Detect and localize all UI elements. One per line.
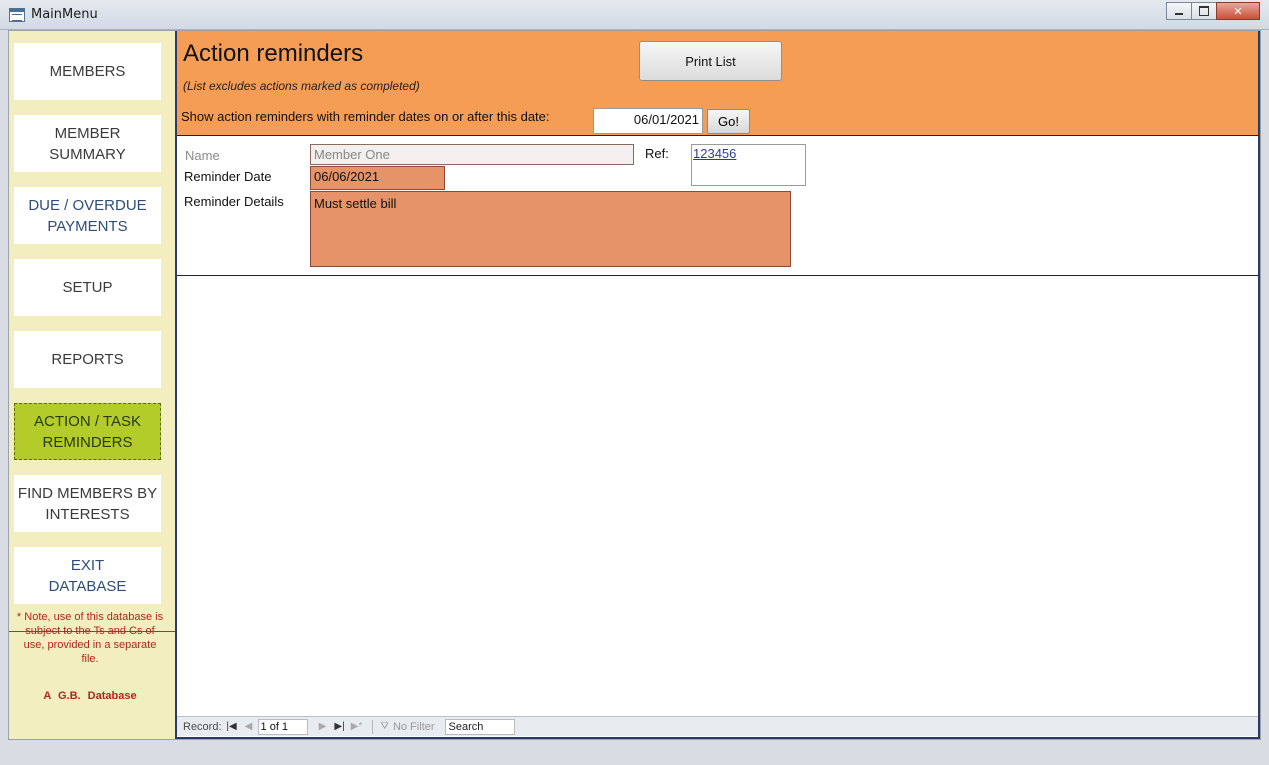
page-subtitle: (List excludes actions marked as complet…	[183, 79, 420, 93]
client-area: MEMBERS MEMBER SUMMARY DUE / OVERDUE PAY…	[8, 30, 1261, 740]
record-position-input[interactable]: 1 of 1	[257, 718, 308, 735]
record-label: Record:	[183, 720, 222, 733]
reports-button[interactable]: REPORTS	[14, 331, 161, 388]
date-filter-label: Show action reminders with reminder date…	[181, 109, 550, 124]
search-input[interactable]: Search	[444, 718, 515, 735]
members-button-label: MEMBERS	[49, 63, 126, 80]
reminder-details-field[interactable]: Must settle bill	[310, 191, 791, 267]
form-icon	[9, 8, 25, 22]
due-overdue-payments-button[interactable]: DUE / OVERDUE PAYMENTS	[14, 187, 161, 244]
window-titlebar: MainMenu ✕	[0, 0, 1269, 30]
window-title: MainMenu	[31, 7, 98, 22]
name-field[interactable]: Member One	[310, 144, 634, 165]
previous-record-icon[interactable]: ◀	[242, 721, 256, 732]
print-list-button[interactable]: Print List	[639, 41, 782, 81]
no-filter-label: No Filter	[392, 720, 435, 733]
action-reminders-form: Action reminders (List excludes actions …	[175, 31, 1260, 739]
setup-button-label: SETUP	[62, 279, 113, 296]
close-icon[interactable]: ✕	[1216, 2, 1260, 20]
no-filter-button[interactable]: ⛛ No Filter	[381, 721, 435, 733]
reports-button-label: REPORTS	[51, 351, 124, 368]
reminder-details-label: Reminder Details	[184, 194, 284, 209]
action-task-reminders-button-label: ACTION / TASK REMINDERS	[34, 412, 141, 451]
exit-database-button[interactable]: EXIT DATABASE	[14, 547, 161, 604]
ref-link[interactable]: 123456	[693, 146, 736, 161]
name-label: Name	[185, 148, 220, 163]
last-record-icon[interactable]: ▶|	[333, 721, 347, 732]
exit-database-button-label: EXIT DATABASE	[48, 556, 127, 595]
find-members-by-interests-button[interactable]: FIND MEMBERS BY INTERESTS	[14, 475, 161, 532]
new-record-icon[interactable]: ▶*	[350, 721, 364, 732]
date-filter-input[interactable]: 06/01/2021	[593, 108, 703, 134]
first-record-icon[interactable]: |◀	[225, 721, 239, 732]
sidebar: MEMBERS MEMBER SUMMARY DUE / OVERDUE PAY…	[9, 31, 175, 739]
record-navigation-bar: Record: |◀ ◀ 1 of 1 ▶ ▶| ▶* ⛛ No Filter …	[177, 716, 1258, 736]
window-controls: ✕	[1166, 2, 1260, 20]
due-overdue-payments-button-label: DUE / OVERDUE PAYMENTS	[28, 196, 147, 235]
action-task-reminders-button[interactable]: ACTION / TASK REMINDERS	[14, 403, 161, 460]
reminder-date-field[interactable]: 06/06/2021	[310, 166, 445, 190]
status-bar	[8, 742, 1261, 760]
member-summary-button[interactable]: MEMBER SUMMARY	[14, 115, 161, 172]
next-record-icon[interactable]: ▶	[316, 721, 330, 732]
reminder-record: Name Member One Ref: 123456 Reminder Dat…	[177, 136, 1258, 276]
terms-note: * Note, use of this database is subject …	[16, 611, 164, 665]
page-title: Action reminders	[183, 40, 364, 67]
members-button[interactable]: MEMBERS	[14, 43, 161, 100]
reminder-date-label: Reminder Date	[184, 169, 272, 184]
go-button[interactable]: Go!	[707, 109, 750, 134]
ref-label: Ref:	[645, 146, 669, 161]
navbar-separator	[371, 719, 373, 734]
minimize-icon[interactable]	[1166, 2, 1192, 20]
form-header: Action reminders (List excludes actions …	[177, 31, 1258, 136]
find-members-by-interests-button-label: FIND MEMBERS BY INTERESTS	[17, 484, 158, 523]
filter-icon: ⛛	[380, 721, 389, 732]
brand-label: A G.B. Database	[43, 690, 137, 702]
member-summary-button-label: MEMBER SUMMARY	[49, 124, 126, 163]
maximize-icon[interactable]	[1191, 2, 1217, 20]
setup-button[interactable]: SETUP	[14, 259, 161, 316]
